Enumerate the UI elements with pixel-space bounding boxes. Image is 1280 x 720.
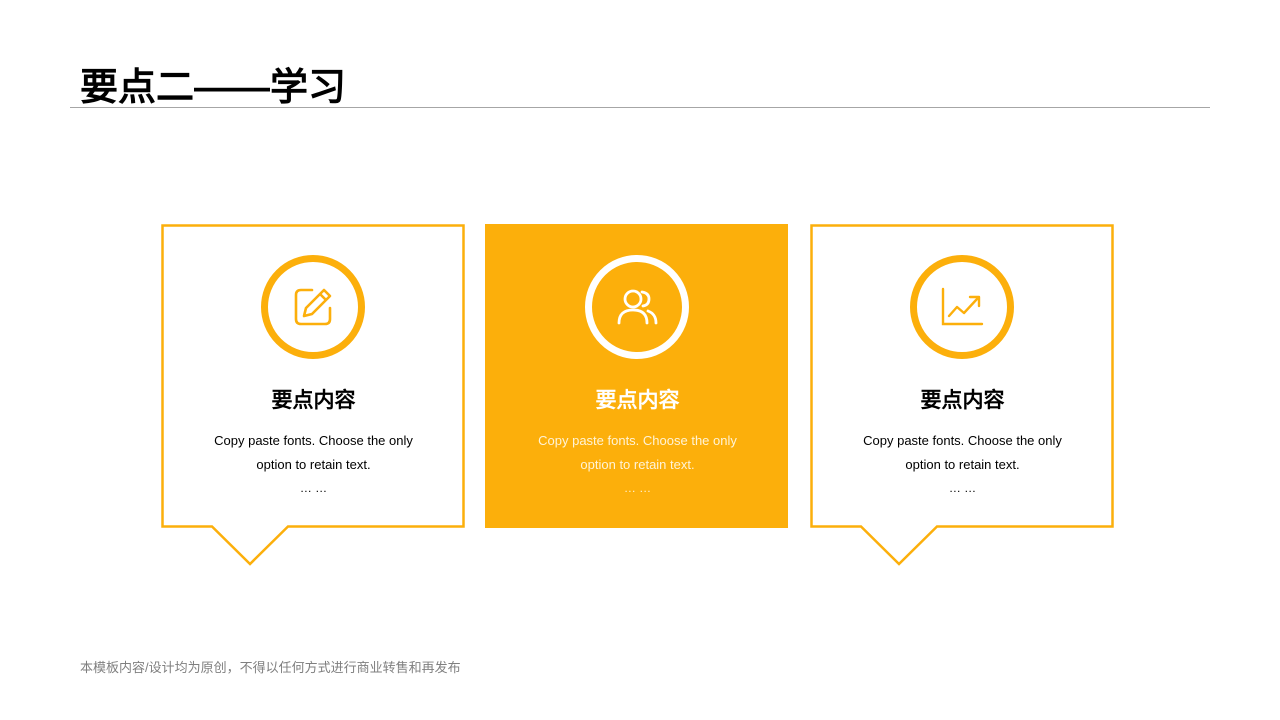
card-1-title: 要点内容 bbox=[271, 389, 356, 412]
title-divider bbox=[70, 107, 1210, 108]
card-3-title: 要点内容 bbox=[920, 389, 1005, 412]
card-3-more: … … bbox=[948, 481, 977, 495]
card-3-icon-ring bbox=[910, 255, 1014, 359]
card-1-icon-ring bbox=[261, 255, 365, 359]
card-1-content: 要点内容 Copy paste fonts. Choose the only o… bbox=[161, 224, 466, 528]
chart-icon bbox=[941, 287, 984, 326]
card-3: 要点内容 Copy paste fonts. Choose the only o… bbox=[810, 224, 1115, 569]
users-icon bbox=[617, 289, 658, 325]
card-2: 要点内容 Copy paste fonts. Choose the only o… bbox=[485, 224, 790, 569]
card-2-more: … … bbox=[623, 481, 652, 495]
card-3-text: Copy paste fonts. Choose the only option… bbox=[863, 433, 1062, 472]
card-1-more: … … bbox=[299, 481, 328, 495]
footer-copyright: 本模板内容/设计均为原创，不得以任何方式进行商业转售和再发布 bbox=[80, 660, 461, 675]
slide: 要点二——学习 要点内容 Copy paste fonts. Choose th… bbox=[0, 0, 1280, 720]
page-title: 要点二——学习 bbox=[80, 67, 347, 109]
card-2-content: 要点内容 Copy paste fonts. Choose the only o… bbox=[485, 224, 790, 528]
card-2-title: 要点内容 bbox=[595, 389, 680, 412]
edit-icon bbox=[294, 288, 332, 326]
card-1: 要点内容 Copy paste fonts. Choose the only o… bbox=[161, 224, 466, 569]
card-2-text: Copy paste fonts. Choose the only option… bbox=[538, 433, 737, 472]
card-1-text: Copy paste fonts. Choose the only option… bbox=[214, 433, 413, 472]
card-3-content: 要点内容 Copy paste fonts. Choose the only o… bbox=[810, 224, 1115, 528]
card-2-icon-ring bbox=[585, 255, 689, 359]
